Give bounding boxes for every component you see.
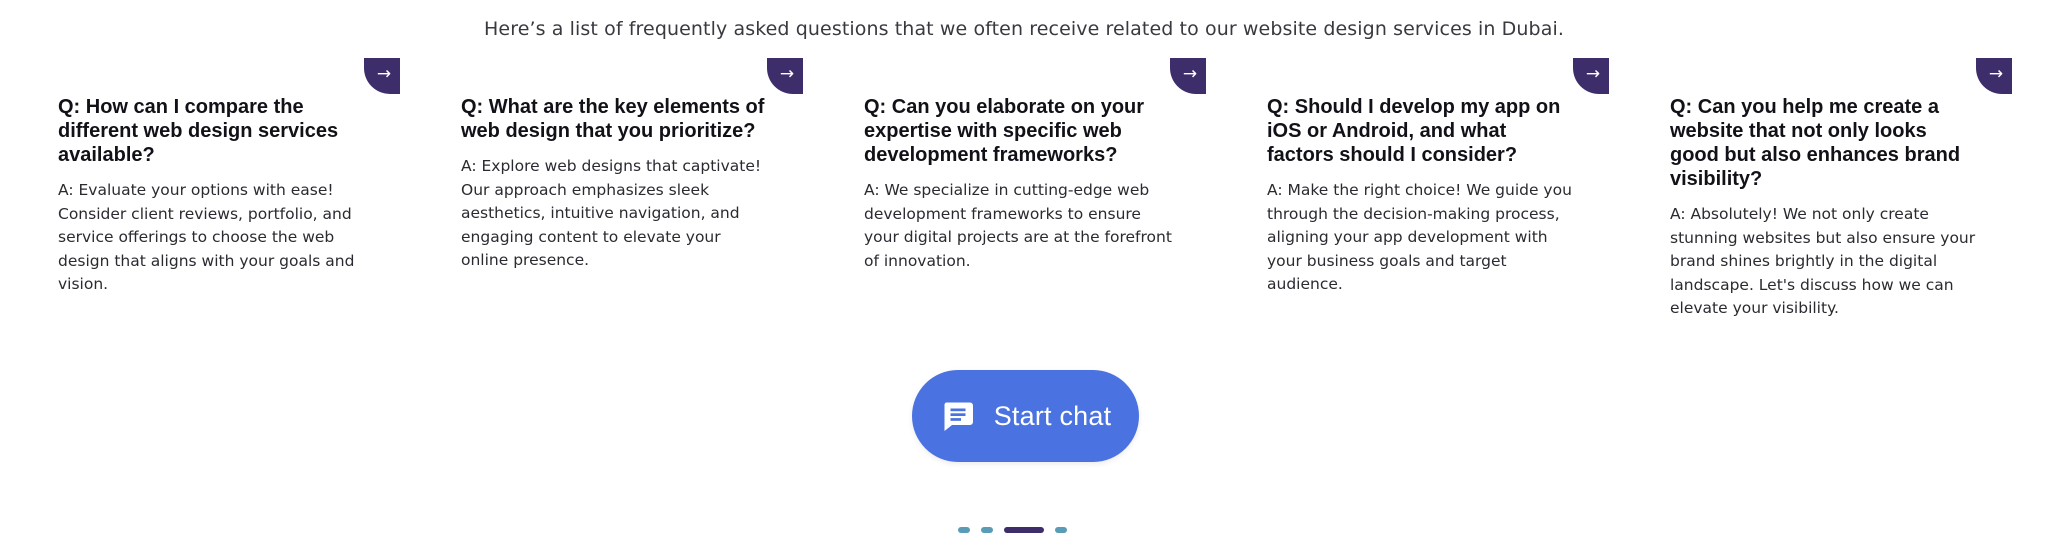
faq-question-text: Q: Can you help me create a website that… — [1670, 96, 1961, 190]
faq-answer: A: Evaluate your options with ease! Cons… — [58, 181, 355, 293]
carousel-pagination — [958, 527, 1067, 533]
faq-question-text: Q: What are the key elements of web desi… — [461, 96, 765, 142]
chat-bubble-icon — [940, 398, 976, 434]
faq-question: Q: Should I develop my app on iOS or And… — [1267, 95, 1577, 297]
faq-answer: A: Make the right choice! We guide you t… — [1267, 181, 1572, 293]
faq-question: Q: How can I compare the different web d… — [58, 95, 368, 297]
faq-question: Q: Can you elaborate on your expertise w… — [864, 95, 1174, 273]
faq-carousel: → Q: How can I compare the different web… — [38, 58, 2012, 328]
arrow-right-icon[interactable]: → — [1573, 58, 1609, 94]
faq-card: → Q: Should I develop my app on iOS or A… — [1247, 58, 1609, 328]
faq-question-text: Q: How can I compare the different web d… — [58, 96, 339, 166]
faq-question: Q: What are the key elements of web desi… — [461, 95, 771, 273]
faq-card: → Q: Can you elaborate on your expertise… — [844, 58, 1206, 328]
faq-card: → Q: What are the key elements of web de… — [441, 58, 803, 328]
faq-answer: A: Absolutely! We not only create stunni… — [1670, 205, 1976, 317]
faq-card: → Q: Can you help me create a website th… — [1650, 58, 2012, 328]
arrow-right-icon[interactable]: → — [767, 58, 803, 94]
arrow-right-icon[interactable]: → — [1170, 58, 1206, 94]
faq-answer: A: We specialize in cutting-edge web dev… — [864, 181, 1172, 270]
faq-question-text: Q: Should I develop my app on iOS or And… — [1267, 96, 1561, 166]
carousel-dot[interactable] — [1055, 527, 1067, 533]
faq-card: → Q: How can I compare the different web… — [38, 58, 400, 328]
carousel-dot[interactable] — [958, 527, 970, 533]
arrow-right-icon[interactable]: → — [364, 58, 400, 94]
faq-question: Q: Can you help me create a website that… — [1670, 95, 1980, 321]
carousel-dot[interactable] — [1004, 527, 1044, 533]
start-chat-button[interactable]: Start chat — [912, 370, 1139, 462]
faq-question-text: Q: Can you elaborate on your expertise w… — [864, 96, 1145, 166]
faq-answer: A: Explore web designs that captivate! O… — [461, 157, 762, 269]
arrow-right-icon[interactable]: → — [1976, 58, 2012, 94]
carousel-dot[interactable] — [981, 527, 993, 533]
start-chat-label: Start chat — [993, 400, 1112, 431]
faq-intro-text: Here’s a list of frequently asked questi… — [484, 18, 1564, 40]
